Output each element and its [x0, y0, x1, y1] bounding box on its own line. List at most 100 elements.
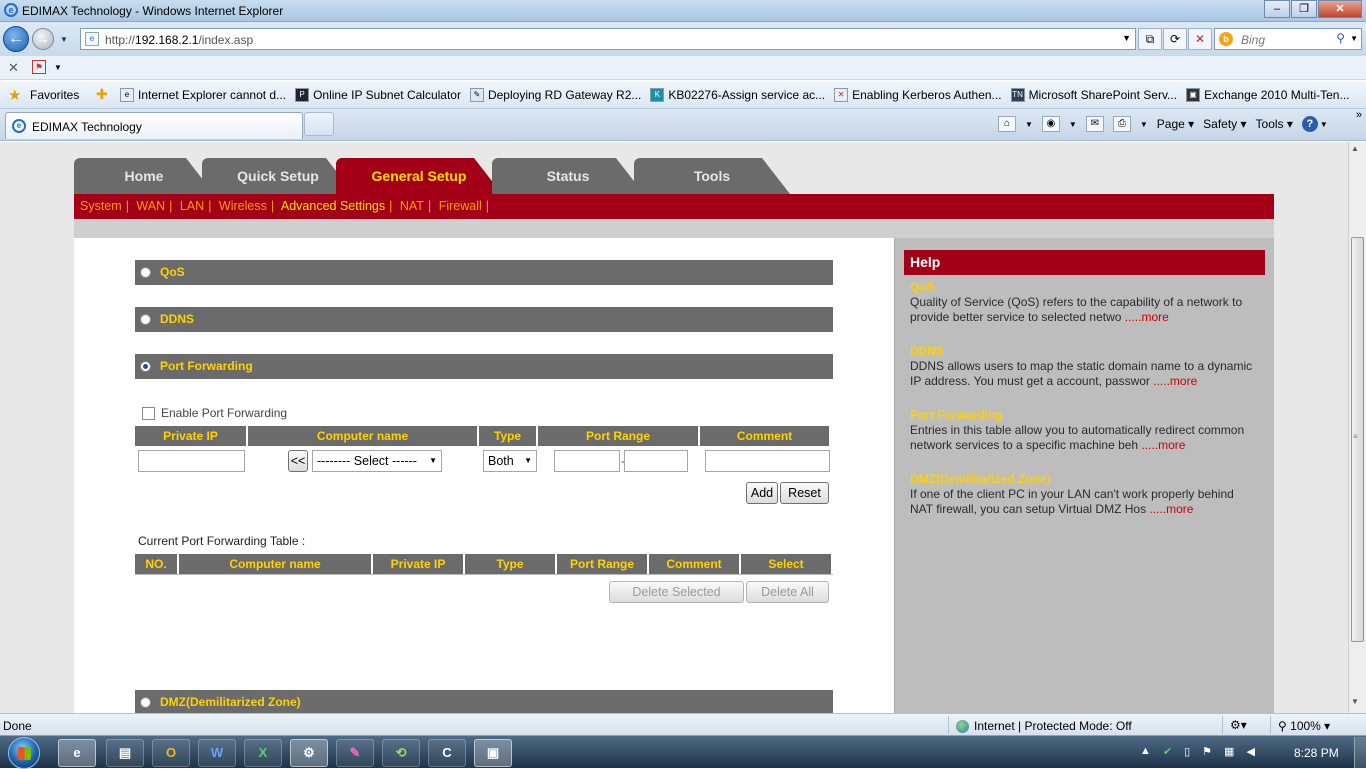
taskbar-ie-icon[interactable]: e: [58, 739, 96, 767]
recent-pages-dropdown[interactable]: ▼: [60, 35, 68, 44]
favorite-link[interactable]: ▣ Exchange 2010 Multi-Ten...: [1186, 88, 1349, 102]
nav-tab-quick-setup[interactable]: Quick Setup: [202, 158, 354, 194]
favorites-star-icon[interactable]: ★: [8, 86, 21, 104]
tray-volume-icon[interactable]: ◀: [1246, 745, 1254, 758]
close-toolbar-icon[interactable]: ✕: [8, 60, 19, 76]
delete-all-button[interactable]: Delete All: [746, 581, 829, 603]
computer-name-select[interactable]: -------- Select ------ ▼: [312, 450, 442, 472]
subnav-wireless[interactable]: Wireless: [219, 199, 267, 213]
tray-expand-icon[interactable]: ▲: [1140, 745, 1151, 758]
copy-computer-button[interactable]: <<: [288, 450, 308, 472]
scroll-up-icon[interactable]: ▲: [1351, 144, 1359, 153]
taskbar-excel-icon[interactable]: X: [244, 739, 282, 767]
protected-mode-icon[interactable]: ⚙▾: [1230, 718, 1247, 732]
nav-tab-status[interactable]: Status: [492, 158, 644, 194]
add-favorite-icon[interactable]: ✚: [96, 86, 108, 103]
nav-tab-home[interactable]: Home: [74, 158, 214, 194]
subnav-nat[interactable]: NAT: [400, 199, 424, 213]
page-menu[interactable]: Page ▾: [1157, 117, 1194, 131]
back-button[interactable]: ←: [3, 26, 29, 52]
feeds-dropdown-icon[interactable]: ▼: [1069, 120, 1077, 129]
print-dropdown-icon[interactable]: ▼: [1140, 120, 1148, 129]
port-range-start-input[interactable]: [554, 450, 620, 472]
search-icon[interactable]: ⚲: [1336, 31, 1345, 45]
subnav-wan[interactable]: WAN: [136, 199, 165, 213]
favorites-button[interactable]: Favorites: [30, 88, 79, 102]
port-forwarding-radio[interactable]: [140, 361, 151, 372]
start-button[interactable]: [8, 737, 40, 769]
compatibility-view-icon[interactable]: ⧉: [1138, 28, 1162, 50]
section-port-forwarding[interactable]: Port Forwarding: [135, 354, 833, 379]
taskbar-remote-desktop-icon[interactable]: ▣: [474, 739, 512, 767]
taskbar-sync-icon[interactable]: ⟲: [382, 739, 420, 767]
scroll-down-icon[interactable]: ▼: [1351, 697, 1359, 706]
taskbar-word-icon[interactable]: W: [198, 739, 236, 767]
enable-port-forwarding-checkbox[interactable]: [142, 406, 155, 420]
taskbar-outlook-icon[interactable]: O: [152, 739, 190, 767]
dmz-radio[interactable]: [140, 697, 151, 708]
home-icon[interactable]: ⌂: [998, 116, 1016, 132]
zoom-level[interactable]: ⚲ 100% ▾: [1278, 719, 1330, 733]
subnav-system[interactable]: System: [80, 199, 122, 213]
taskbar-explorer-icon[interactable]: ▤: [106, 739, 144, 767]
taskbar-clock[interactable]: 8:28 PM: [1294, 746, 1339, 760]
port-range-end-input[interactable]: [624, 450, 688, 472]
mail-icon[interactable]: ✉: [1085, 116, 1104, 132]
section-qos[interactable]: QoS: [135, 260, 833, 285]
search-options-icon[interactable]: ▼: [1350, 34, 1358, 43]
close-button[interactable]: ✕: [1318, 0, 1362, 18]
more-link[interactable]: .....more: [1141, 438, 1185, 452]
subnav-advanced-settings[interactable]: Advanced Settings: [281, 199, 385, 213]
subnav-lan[interactable]: LAN: [180, 199, 204, 213]
subnav-firewall[interactable]: Firewall: [439, 199, 482, 213]
help-icon[interactable]: ?: [1301, 116, 1318, 132]
minimize-button[interactable]: ‒: [1264, 0, 1290, 18]
more-link[interactable]: .....more: [1149, 502, 1193, 516]
favorite-link[interactable]: ✕ Enabling Kerberos Authen...: [834, 88, 1002, 102]
tray-check-icon[interactable]: ✔: [1163, 745, 1172, 758]
private-ip-input[interactable]: [138, 450, 245, 472]
addon-icon[interactable]: ⚑: [32, 60, 46, 74]
show-desktop-button[interactable]: [1354, 737, 1366, 768]
reset-button[interactable]: Reset: [780, 482, 829, 504]
favorite-link[interactable]: e Internet Explorer cannot d...: [120, 88, 286, 102]
feeds-icon[interactable]: ◉: [1041, 116, 1060, 132]
taskbar-paint-icon[interactable]: ✎: [336, 739, 374, 767]
favorite-link[interactable]: TN Microsoft SharePoint Serv...: [1010, 88, 1177, 102]
type-select[interactable]: Both ▼: [483, 450, 537, 472]
favorite-link[interactable]: K KB02276-Assign service ac...: [650, 88, 825, 102]
nav-tab-tools[interactable]: Tools: [634, 158, 790, 194]
comment-input[interactable]: [705, 450, 830, 472]
tools-menu[interactable]: Tools ▾: [1256, 117, 1293, 131]
favorite-link[interactable]: ✎ Deploying RD Gateway R2...: [469, 88, 641, 102]
add-button[interactable]: Add: [746, 482, 778, 504]
tray-device-icon[interactable]: ▯: [1184, 745, 1190, 758]
chevron-more-icon[interactable]: »: [1356, 109, 1362, 121]
qos-radio[interactable]: [140, 267, 151, 278]
safety-menu[interactable]: Safety ▾: [1203, 117, 1246, 131]
stop-icon[interactable]: ✕: [1188, 28, 1212, 50]
refresh-icon[interactable]: ⟳: [1163, 28, 1187, 50]
home-dropdown-icon[interactable]: ▼: [1025, 120, 1033, 129]
addon-dropdown-icon[interactable]: ▼: [54, 63, 62, 72]
section-ddns[interactable]: DDNS: [135, 307, 833, 332]
forward-button[interactable]: →: [32, 28, 54, 50]
search-input[interactable]: b Bing ⚲ ▼: [1214, 28, 1362, 50]
vertical-scrollbar[interactable]: ▲ ≡ ▼: [1348, 142, 1366, 713]
taskbar-console-icon[interactable]: C: [428, 739, 466, 767]
section-dmz[interactable]: DMZ(Demilitarized Zone): [135, 690, 833, 713]
print-icon[interactable]: ⎙: [1112, 116, 1131, 132]
tray-network-icon[interactable]: ▦: [1224, 745, 1234, 758]
ddns-radio[interactable]: [140, 314, 151, 325]
address-dropdown-icon[interactable]: ▼: [1122, 33, 1131, 43]
delete-selected-button[interactable]: Delete Selected: [609, 581, 744, 603]
more-link[interactable]: .....more: [1153, 374, 1197, 388]
tray-flag-icon[interactable]: ⚑: [1202, 745, 1212, 758]
favorite-link[interactable]: P Online IP Subnet Calculator: [295, 88, 461, 102]
maximize-button[interactable]: ❐: [1291, 0, 1317, 18]
tab-edimax[interactable]: e EDIMAX Technology: [5, 112, 303, 139]
help-dropdown-icon[interactable]: ▼: [1320, 120, 1328, 129]
security-zone[interactable]: Internet | Protected Mode: Off: [956, 719, 1132, 733]
new-tab-button[interactable]: [304, 112, 334, 136]
taskbar-network-icon[interactable]: ⚙: [290, 739, 328, 767]
